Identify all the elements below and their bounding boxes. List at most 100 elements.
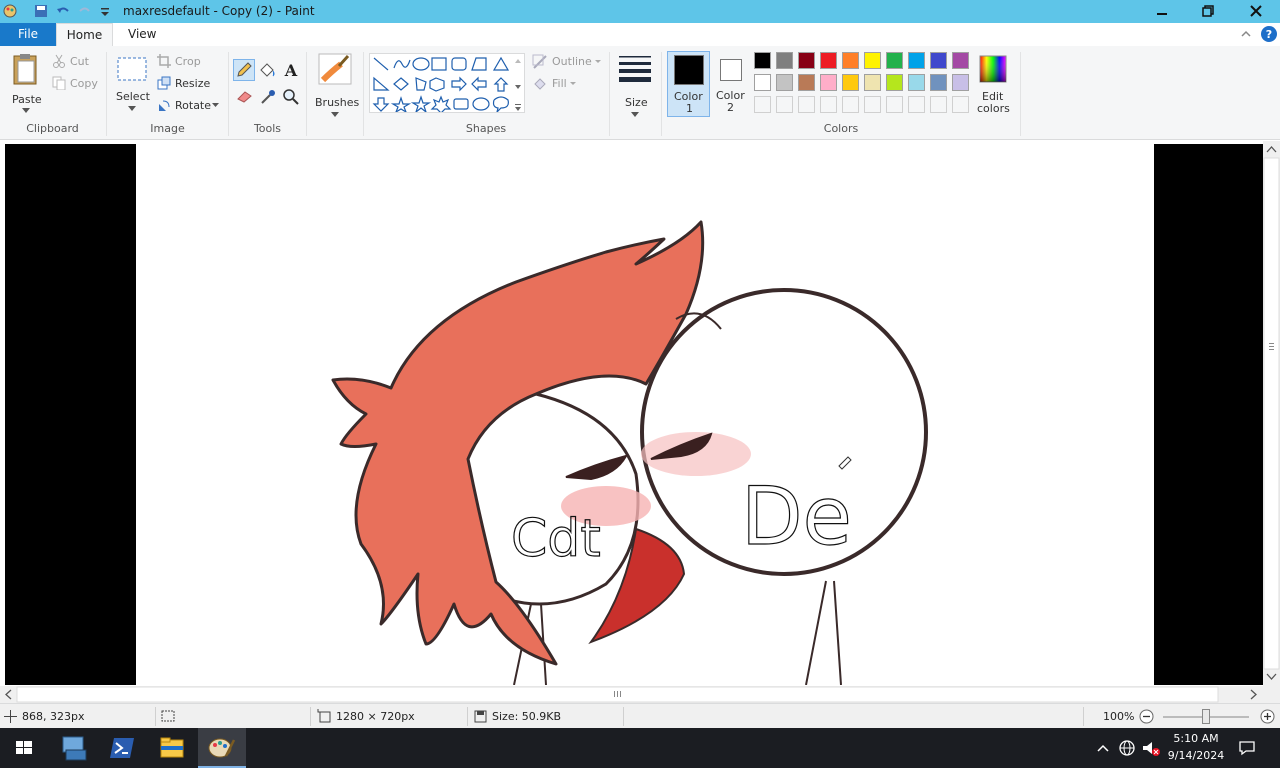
close-button[interactable] — [1232, 0, 1280, 22]
paste-label: Paste — [12, 93, 42, 106]
vertical-scrollbar[interactable] — [1263, 141, 1280, 686]
palette-custom-swatch[interactable] — [864, 96, 881, 113]
show-hidden-icons-icon[interactable] — [1096, 742, 1110, 754]
select-icon — [117, 57, 147, 81]
palette-custom-swatch[interactable] — [952, 96, 969, 113]
copy-button[interactable]: Copy — [52, 76, 102, 92]
taskbar: 5:10 AM 9/14/2024 — [0, 728, 1280, 768]
status-divider — [623, 707, 624, 726]
tools-group-label: Tools — [253, 122, 282, 135]
palette-custom-swatch[interactable] — [908, 96, 925, 113]
palette-color-swatch[interactable] — [754, 74, 771, 91]
palette-color-swatch[interactable] — [776, 74, 793, 91]
resize-label: Resize — [175, 77, 211, 90]
palette-color-swatch[interactable] — [820, 74, 837, 91]
minimize-button[interactable] — [1139, 0, 1185, 22]
volume-muted-icon[interactable] — [1141, 739, 1161, 757]
customize-toolbar-icon[interactable] — [97, 3, 113, 19]
edit-colors-button[interactable]: Edit colors — [974, 52, 1014, 118]
eraser-icon[interactable] — [236, 89, 254, 103]
zoom-slider-thumb[interactable] — [1202, 709, 1210, 724]
magnifier-icon[interactable] — [282, 88, 300, 106]
palette-color-swatch[interactable] — [864, 74, 881, 91]
palette-color-swatch[interactable] — [798, 74, 815, 91]
tab-file[interactable]: File — [0, 23, 56, 46]
palette-color-swatch[interactable] — [952, 74, 969, 91]
palette-color-swatch[interactable] — [842, 52, 859, 69]
palette-custom-swatch[interactable] — [842, 96, 859, 113]
image-group-label: Image — [150, 122, 185, 135]
palette-color-swatch[interactable] — [952, 52, 969, 69]
select-button[interactable]: Select — [113, 54, 151, 116]
outline-button[interactable]: Outline — [532, 54, 604, 70]
shapes-scroll-icon[interactable] — [514, 58, 522, 112]
paste-icon — [13, 54, 37, 85]
rotate-button[interactable]: Rotate — [157, 98, 222, 114]
save-icon[interactable] — [33, 3, 49, 19]
brush-icon — [318, 53, 352, 85]
horizontal-scrollbar-graphic — [5, 686, 1257, 703]
palette-custom-swatch[interactable] — [820, 96, 837, 113]
palette-color-swatch[interactable] — [820, 52, 837, 69]
colors-group-label: Colors — [823, 122, 859, 135]
palette-color-swatch[interactable] — [776, 52, 793, 69]
palette-custom-swatch[interactable] — [776, 96, 793, 113]
palette-color-swatch[interactable] — [886, 52, 903, 69]
network-icon[interactable] — [1118, 739, 1136, 757]
palette-custom-swatch[interactable] — [798, 96, 815, 113]
text-icon[interactable]: A — [282, 61, 300, 79]
tab-view[interactable]: View — [128, 23, 156, 46]
file-explorer-button[interactable] — [148, 728, 196, 768]
color-picker-icon[interactable] — [259, 88, 277, 106]
palette-color-swatch[interactable] — [886, 74, 903, 91]
palette-custom-swatch[interactable] — [930, 96, 947, 113]
fill-icon[interactable] — [258, 61, 276, 79]
shapes-gallery[interactable] — [369, 53, 525, 113]
workspace: Cdt De — [5, 144, 1263, 685]
close-icon — [1250, 5, 1262, 17]
palette-color-swatch[interactable] — [930, 52, 947, 69]
palette-custom-swatch[interactable] — [754, 96, 771, 113]
paint-taskbar-button[interactable] — [198, 728, 246, 768]
canvas-artwork: Cdt De — [331, 220, 928, 685]
server-manager-button[interactable] — [50, 728, 98, 768]
fill-button[interactable]: Fill — [532, 76, 604, 92]
redo-icon[interactable] — [77, 3, 93, 19]
horizontal-scrollbar[interactable] — [0, 686, 1263, 703]
collapse-ribbon-icon[interactable] — [1240, 28, 1252, 40]
palette-color-swatch[interactable] — [930, 74, 947, 91]
copy-label: Copy — [70, 77, 98, 90]
restore-button[interactable] — [1185, 0, 1231, 22]
undo-icon[interactable] — [55, 3, 71, 19]
cut-button[interactable]: Cut — [52, 54, 102, 70]
paste-button[interactable]: Paste — [6, 50, 46, 114]
brushes-button[interactable]: Brushes — [312, 52, 359, 117]
action-center-icon[interactable] — [1238, 739, 1256, 757]
palette-color-swatch[interactable] — [798, 52, 815, 69]
pencil-tool[interactable] — [233, 59, 255, 81]
group-divider — [661, 52, 662, 136]
size-button[interactable]: Size — [615, 52, 655, 117]
image-size-icon — [317, 709, 331, 723]
palette-custom-swatch[interactable] — [886, 96, 903, 113]
powershell-button[interactable] — [99, 728, 147, 768]
palette-color-swatch[interactable] — [864, 52, 881, 69]
tab-home[interactable]: Home — [56, 23, 113, 46]
color1-button[interactable]: Color 1 — [667, 51, 710, 117]
palette-color-swatch[interactable] — [908, 52, 925, 69]
clock-time[interactable]: 5:10 AM — [1161, 732, 1231, 745]
drawing-canvas[interactable]: Cdt De — [136, 144, 1154, 685]
palette-color-swatch[interactable] — [842, 74, 859, 91]
clock-date[interactable]: 9/14/2024 — [1161, 749, 1231, 762]
help-icon[interactable]: ? — [1260, 25, 1278, 43]
palette-color-swatch[interactable] — [908, 74, 925, 91]
zoom-out-icon[interactable] — [1139, 709, 1154, 724]
outline-label: Outline — [552, 55, 592, 68]
crop-button[interactable]: Crop — [157, 54, 222, 70]
resize-button[interactable]: Resize — [157, 76, 222, 92]
clipboard-group-label: Clipboard — [26, 122, 79, 135]
palette-color-swatch[interactable] — [754, 52, 771, 69]
color2-button[interactable]: Color 2 — [712, 51, 750, 117]
zoom-in-icon[interactable] — [1260, 709, 1275, 724]
start-button[interactable] — [0, 728, 48, 768]
